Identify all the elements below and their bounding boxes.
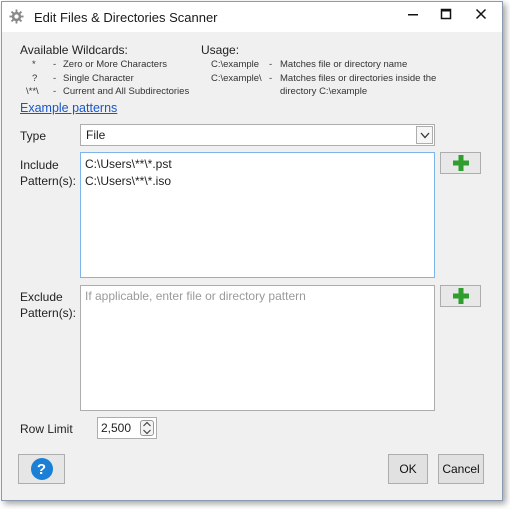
- wildcard-dashes: - - -: [53, 58, 56, 99]
- include-patterns-textarea[interactable]: C:\Users\**\*.pst C:\Users\**\*.iso: [80, 152, 435, 278]
- usage-desc: Matches file or directory name: [280, 59, 408, 70]
- exclude-label-line: Pattern(s):: [20, 306, 77, 320]
- dialog-window: Edit Files & Directories Scanner Availab…: [1, 1, 503, 501]
- add-include-pattern-button[interactable]: [440, 152, 481, 174]
- usage-dash: -: [269, 59, 273, 70]
- help-button[interactable]: ?: [18, 454, 65, 484]
- usage-path: C:\example: [211, 59, 260, 70]
- include-pattern-line: C:\Users\**\*.iso: [85, 174, 172, 188]
- usage-descriptions: Matches file or directory name Matches f…: [280, 58, 436, 99]
- window-title: Edit Files & Directories Scanner: [34, 10, 218, 25]
- title-bar[interactable]: Edit Files & Directories Scanner: [2, 2, 502, 32]
- chevron-down-icon[interactable]: [416, 126, 433, 144]
- wildcards-heading: Available Wildcards:: [20, 43, 128, 57]
- wildcard-symbol: *: [32, 59, 36, 70]
- type-select[interactable]: File: [80, 124, 435, 146]
- usage-dash: -: [269, 72, 273, 84]
- wildcard-desc: Current and All Subdirectories: [63, 86, 190, 97]
- row-limit-label: Row Limit: [20, 422, 73, 436]
- add-exclude-pattern-button[interactable]: [440, 285, 481, 307]
- plus-icon: [452, 288, 469, 304]
- wildcard-desc: Single Character: [63, 72, 134, 84]
- type-select-value: File: [86, 128, 106, 142]
- usage-desc: Matches files or directories inside the: [280, 72, 437, 84]
- help-icon: ?: [30, 458, 53, 480]
- plus-icon: [452, 155, 469, 171]
- include-label: Include Pattern(s):: [20, 157, 76, 189]
- usage-dashes: - -: [269, 58, 272, 85]
- usage-path: C:\example\: [211, 72, 262, 84]
- wildcard-desc: Zero or More Characters: [63, 59, 168, 70]
- row-limit-spinner[interactable]: 2,500: [97, 417, 157, 439]
- include-label-line: Pattern(s):: [20, 174, 77, 188]
- usage-heading: Usage:: [201, 43, 240, 57]
- close-button[interactable]: [461, 2, 501, 26]
- usage-paths: C:\example C:\example\: [211, 58, 262, 85]
- exclude-label: Exclude Pattern(s):: [20, 289, 76, 321]
- wildcard-dash: -: [53, 59, 57, 70]
- wildcard-dash: -: [53, 72, 57, 84]
- wildcard-symbol: \**\: [26, 86, 39, 97]
- usage-desc: directory C:\example: [280, 86, 368, 97]
- spinner-arrows-icon[interactable]: [140, 420, 154, 436]
- example-patterns-link[interactable]: Example patterns: [20, 101, 117, 115]
- include-pattern-line: C:\Users\**\*.pst: [85, 157, 172, 171]
- wildcard-symbols: * ? \**\: [26, 58, 52, 99]
- include-label-line: Include: [20, 158, 59, 172]
- gear-icon: [9, 9, 24, 24]
- exclude-patterns-textarea[interactable]: If applicable, enter file or directory p…: [80, 285, 435, 411]
- wildcard-dash: -: [53, 86, 57, 97]
- maximize-button[interactable]: [426, 2, 466, 26]
- cancel-button[interactable]: Cancel: [438, 454, 484, 484]
- row-limit-value: 2,500: [100, 421, 131, 435]
- exclude-placeholder: If applicable, enter file or directory p…: [85, 289, 306, 303]
- type-label: Type: [20, 129, 47, 143]
- exclude-label-line: Exclude: [20, 290, 63, 304]
- ok-button[interactable]: OK: [388, 454, 428, 484]
- wildcard-symbol: ?: [32, 72, 38, 84]
- wildcard-descriptions: Zero or More Characters Single Character…: [63, 58, 189, 99]
